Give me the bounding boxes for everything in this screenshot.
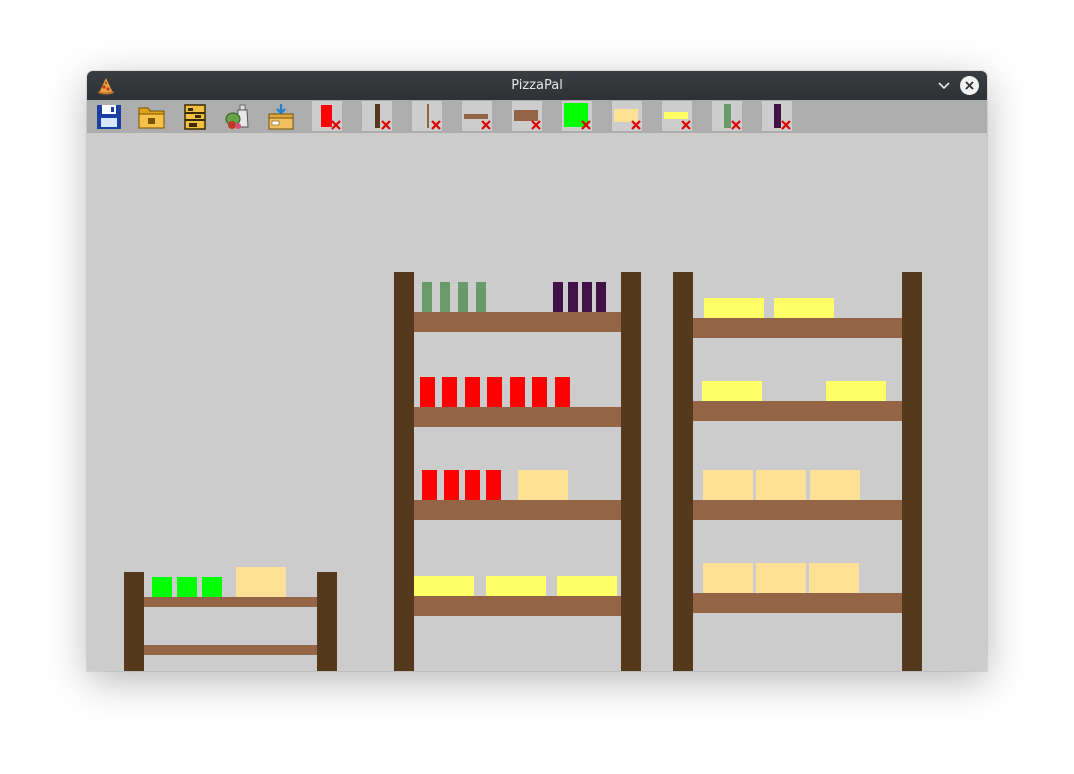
dough-item[interactable] — [703, 470, 753, 500]
tomato-item[interactable] — [444, 470, 459, 500]
dough-item[interactable] — [756, 563, 806, 593]
remove-x-icon — [731, 120, 741, 130]
cheese-item[interactable] — [557, 576, 617, 596]
tomato-item[interactable] — [487, 377, 502, 407]
shelf-plank[interactable] — [693, 500, 902, 520]
cheese-item[interactable] — [774, 298, 834, 318]
long-plank-tool[interactable] — [462, 101, 492, 131]
short-plank-tool[interactable] — [512, 101, 542, 131]
basil-item[interactable] — [476, 282, 486, 312]
shelf-plank[interactable] — [693, 593, 902, 613]
close-icon — [965, 81, 974, 90]
shelf-button[interactable] — [180, 102, 210, 131]
shelf-post[interactable] — [394, 272, 414, 671]
close-button[interactable] — [960, 76, 979, 95]
cheese-item[interactable] — [414, 576, 474, 596]
remove-x-icon — [781, 120, 791, 130]
tomato-item[interactable] — [420, 377, 435, 407]
dark-post-tool[interactable] — [362, 101, 392, 131]
olive-tool[interactable] — [762, 101, 792, 131]
dough-tool[interactable] — [612, 101, 642, 131]
cheese-item[interactable] — [704, 298, 764, 318]
minimize-chevron-icon[interactable] — [936, 78, 952, 94]
olive-item[interactable] — [582, 282, 592, 312]
tomato-item[interactable] — [510, 377, 525, 407]
pepper-item[interactable] — [152, 577, 172, 597]
tomato-item[interactable] — [486, 470, 501, 500]
tomato-item[interactable] — [442, 377, 457, 407]
tomato-item[interactable] — [422, 470, 437, 500]
cheese-item[interactable] — [826, 381, 886, 401]
green-pepper-tool[interactable] — [562, 101, 592, 131]
floppy-disk-icon — [97, 105, 121, 129]
title-bar[interactable]: PizzaPal — [87, 71, 987, 100]
dough-item[interactable] — [703, 563, 753, 593]
remove-x-icon — [581, 120, 591, 130]
olive-item[interactable] — [568, 282, 578, 312]
remove-x-icon — [381, 120, 391, 130]
tomato-item[interactable] — [555, 377, 570, 407]
pepper-item[interactable] — [177, 577, 197, 597]
shelf-plank[interactable] — [693, 318, 902, 338]
remove-x-icon — [681, 120, 691, 130]
folder-icon — [138, 107, 165, 129]
olive-item[interactable] — [596, 282, 606, 312]
shelf-plank[interactable] — [414, 312, 621, 332]
tomato-item[interactable] — [532, 377, 547, 407]
remove-x-icon — [431, 120, 441, 130]
remove-x-icon — [481, 120, 491, 130]
tomato-item[interactable] — [465, 377, 480, 407]
shelf-post[interactable] — [902, 272, 922, 671]
dough-item[interactable] — [810, 470, 860, 500]
ingredients-button[interactable] — [223, 102, 253, 131]
dough-item[interactable] — [809, 563, 859, 593]
shelf-unit-icon — [184, 104, 206, 130]
basil-tool[interactable] — [712, 101, 742, 131]
shelf-plank[interactable] — [693, 401, 902, 421]
tomato-item[interactable] — [465, 470, 480, 500]
shelf-post[interactable] — [673, 272, 693, 671]
pepper-item[interactable] — [202, 577, 222, 597]
remove-x-icon — [331, 120, 341, 130]
shelf-plank[interactable] — [414, 596, 621, 616]
thin-post-tool[interactable] — [412, 101, 442, 131]
toolbar — [87, 100, 987, 133]
tomato-sauce-tool[interactable] — [312, 101, 342, 131]
shelf-plank[interactable] — [144, 645, 317, 655]
dough-item[interactable] — [756, 470, 806, 500]
shelf-plank[interactable] — [414, 407, 621, 427]
remove-x-icon — [631, 120, 641, 130]
dough-item[interactable] — [518, 470, 568, 500]
app-window: PizzaPal — [87, 71, 987, 671]
storeroom-canvas[interactable] — [87, 133, 987, 671]
thin-post-tool-swatch — [427, 104, 429, 128]
shelf-post[interactable] — [621, 272, 641, 671]
box-download-icon — [268, 104, 294, 130]
cheese-tool-swatch — [664, 112, 688, 119]
shelf-plank[interactable] — [414, 500, 621, 520]
shelf-post[interactable] — [317, 572, 337, 671]
shelf-plank[interactable] — [144, 597, 317, 607]
import-button[interactable] — [266, 102, 296, 131]
cheese-item[interactable] — [702, 381, 762, 401]
cheese-tool[interactable] — [662, 101, 692, 131]
ingredients-icon — [225, 104, 249, 129]
dough-item[interactable] — [236, 567, 286, 597]
olive-item[interactable] — [553, 282, 563, 312]
open-button[interactable] — [137, 102, 167, 131]
remove-x-icon — [531, 120, 541, 130]
window-title: PizzaPal — [511, 78, 563, 93]
basil-item[interactable] — [458, 282, 468, 312]
basil-item[interactable] — [440, 282, 450, 312]
basil-item[interactable] — [422, 282, 432, 312]
shelf-post[interactable] — [124, 572, 144, 671]
save-button[interactable] — [94, 102, 124, 131]
cheese-item[interactable] — [486, 576, 546, 596]
